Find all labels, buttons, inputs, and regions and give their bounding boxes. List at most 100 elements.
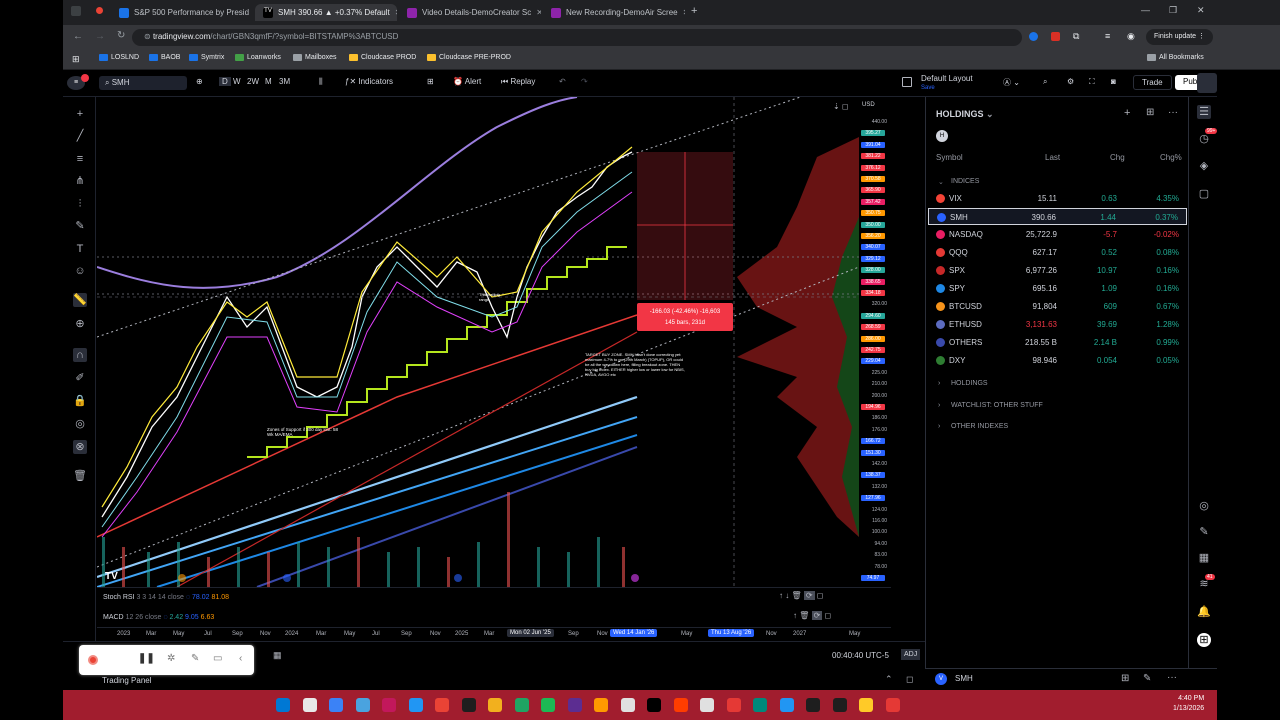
event-marker[interactable] xyxy=(283,574,291,582)
browser-tab[interactable]: Video Details-DemoCreator Sc ✕ xyxy=(399,4,541,21)
site-info-icon[interactable]: ⊜ xyxy=(144,32,153,41)
holdings-avatar[interactable]: H xyxy=(936,130,948,142)
calendar-icon[interactable]: ▦ xyxy=(1197,551,1211,565)
ruler-icon[interactable]: 📏 xyxy=(73,293,87,307)
bookmark-item[interactable]: Symtrix xyxy=(189,54,224,61)
browser-tab[interactable]: New Recording-DemoAir Scree ✕ xyxy=(543,4,685,21)
windows-start-icon[interactable] xyxy=(276,698,290,712)
pause-icon[interactable]: ❚❚ xyxy=(138,653,155,664)
interval-2w[interactable]: 2W xyxy=(247,77,259,86)
maximize-pane-icon[interactable]: ⟳ xyxy=(811,611,823,620)
annotation-small[interactable]: This trading range xyxy=(479,292,509,312)
browser-tab[interactable]: S&P 500 Performance by Presid ✕ xyxy=(111,4,253,21)
obs-icon[interactable] xyxy=(461,698,476,712)
chart-svg[interactable]: -166.03 (-42.46%) -16,603 145 bars, 231d… xyxy=(97,97,859,587)
watchlist-row[interactable]: ETHUSD 3,131.63 39.69 1.28% xyxy=(928,316,1187,333)
horizontal-lines-icon[interactable]: ≡ xyxy=(73,152,87,166)
layout-icon[interactable]: ⊞ xyxy=(1121,673,1129,684)
templates-icon[interactable]: ⊞ xyxy=(427,77,434,86)
group-watchlist-other[interactable]: WATCHLIST: OTHER STUFF xyxy=(951,402,1043,409)
watchlist-title[interactable]: HOLDINGS ⌄ xyxy=(936,109,994,120)
trash-icon[interactable]: 🗑 xyxy=(73,469,87,483)
pitchfork-icon[interactable]: ⋔ xyxy=(73,174,87,188)
group-holdings[interactable]: HOLDINGS xyxy=(951,380,988,387)
illustrator-icon[interactable] xyxy=(594,698,608,712)
app-icon[interactable] xyxy=(382,698,396,712)
spotify-icon[interactable] xyxy=(541,698,555,712)
crosshair-icon[interactable]: + xyxy=(73,107,87,121)
more-icon[interactable]: ··· xyxy=(1167,672,1177,683)
minimize-icon[interactable]: — xyxy=(1141,5,1150,15)
brush-icon[interactable]: ✎ xyxy=(73,219,87,233)
live-icon[interactable] xyxy=(673,698,688,712)
all-bookmarks[interactable]: All Bookmarks xyxy=(1147,54,1204,61)
extension-icon[interactable] xyxy=(1051,32,1060,41)
bookmark-folder[interactable]: Cloudcase PRE-PROD xyxy=(427,54,511,61)
bookmark-folder[interactable]: Cloudcase PROD xyxy=(349,54,416,61)
bookmark-folder[interactable]: Mailboxes xyxy=(293,54,337,61)
settings-gear-icon[interactable]: ⚙ xyxy=(1067,77,1074,86)
watchlist-panel-icon[interactable] xyxy=(1197,73,1217,93)
camera-icon[interactable]: ▭ xyxy=(213,653,222,664)
col-chg[interactable]: Chg xyxy=(1110,153,1125,162)
layout-icon[interactable] xyxy=(902,77,912,87)
app-icon[interactable] xyxy=(859,698,873,712)
maximize-pane-icon[interactable]: ⟳ xyxy=(803,591,815,600)
trading-panel-tab[interactable]: Trading Panel xyxy=(102,676,152,685)
quick-search-icon[interactable]: ⌕ xyxy=(1043,77,1047,87)
edit-icon[interactable]: ✎ xyxy=(1143,673,1151,684)
app-icon[interactable] xyxy=(806,698,820,712)
hide-drawings-icon[interactable]: ◎ xyxy=(73,417,87,431)
pencil-icon[interactable]: ✎ xyxy=(1197,525,1211,539)
bookmark-item[interactable]: Loanworks xyxy=(235,54,281,61)
finish-update-button[interactable]: Finish update ⋮ xyxy=(1146,29,1213,45)
close-icon[interactable]: ✕ xyxy=(683,8,685,17)
alerts-clock-icon[interactable]: ◷ xyxy=(1197,132,1211,146)
annotation-target-zone[interactable]: TARGET BUY ZONE. SMH hasn't done correct… xyxy=(585,352,685,392)
redo-icon[interactable]: ↷ xyxy=(581,77,588,86)
calendar-icon[interactable]: ▦ xyxy=(273,650,282,661)
media-icon[interactable]: ≡ xyxy=(1105,31,1110,41)
powershell-icon[interactable] xyxy=(567,698,582,712)
chrome-icon[interactable] xyxy=(329,698,343,712)
scroll-icons[interactable]: ⇣ ◻ xyxy=(833,102,849,111)
stay-drawing-icon[interactable]: ✐ xyxy=(73,371,87,385)
collapse-icon[interactable]: ‹ xyxy=(239,653,242,664)
event-marker[interactable] xyxy=(178,574,186,582)
bell-icon[interactable]: 🔔 xyxy=(1197,605,1211,619)
replay-button[interactable]: ⏮ Replay xyxy=(501,77,535,87)
tradingview-logo[interactable]: TV xyxy=(105,571,118,582)
time-axis[interactable]: 2023 Mar May Jul Sep Nov 2024 Mar May Ju… xyxy=(97,627,891,641)
app-icon[interactable] xyxy=(700,698,714,712)
lock-icon[interactable]: 🔒 xyxy=(73,394,87,408)
add-symbol-icon[interactable]: + xyxy=(1124,107,1130,119)
task-view-icon[interactable] xyxy=(302,698,317,712)
apps-grid-icon[interactable]: ⊞ xyxy=(1197,633,1211,647)
adj-toggle[interactable]: ADJ xyxy=(901,649,921,660)
alert-button[interactable]: ⏰ Alert xyxy=(453,77,481,86)
layout-menu-icon[interactable]: Ⓐ ⌄ xyxy=(1003,77,1020,88)
interval-m[interactable]: M xyxy=(265,77,272,86)
magnet-icon[interactable]: ∩ xyxy=(73,348,87,362)
fullscreen-icon[interactable]: ⛶ xyxy=(1089,77,1095,87)
interval-w[interactable]: W xyxy=(233,77,241,86)
bookmark-item[interactable]: BAOB xyxy=(149,54,180,61)
app-icon[interactable] xyxy=(885,698,900,712)
reload-icon[interactable]: ↻ xyxy=(117,30,125,41)
pane-controls[interactable]: ↑ ↓ 🗑 ⟳ ◻ xyxy=(779,591,823,600)
compare-icon[interactable]: ⊕ xyxy=(196,77,203,86)
app-icon[interactable] xyxy=(779,698,794,712)
apps-grid-icon[interactable]: ⊞ xyxy=(72,54,80,65)
col-last[interactable]: Last xyxy=(1045,153,1060,162)
app-icon[interactable] xyxy=(620,698,635,712)
interval-d[interactable]: D xyxy=(219,77,231,86)
col-symbol[interactable]: Symbol xyxy=(936,153,963,162)
tab-search-icon[interactable] xyxy=(71,6,81,16)
extension-icon[interactable] xyxy=(1029,32,1038,41)
layout-icon[interactable]: ⊞ xyxy=(1146,107,1154,118)
close-icon[interactable]: ✕ xyxy=(536,8,541,17)
close-window-icon[interactable]: ✕ xyxy=(1197,5,1205,16)
footer-symbol[interactable]: SMH xyxy=(955,674,973,683)
chevron-right-icon[interactable]: › xyxy=(938,380,940,387)
app-icon[interactable] xyxy=(832,698,847,712)
